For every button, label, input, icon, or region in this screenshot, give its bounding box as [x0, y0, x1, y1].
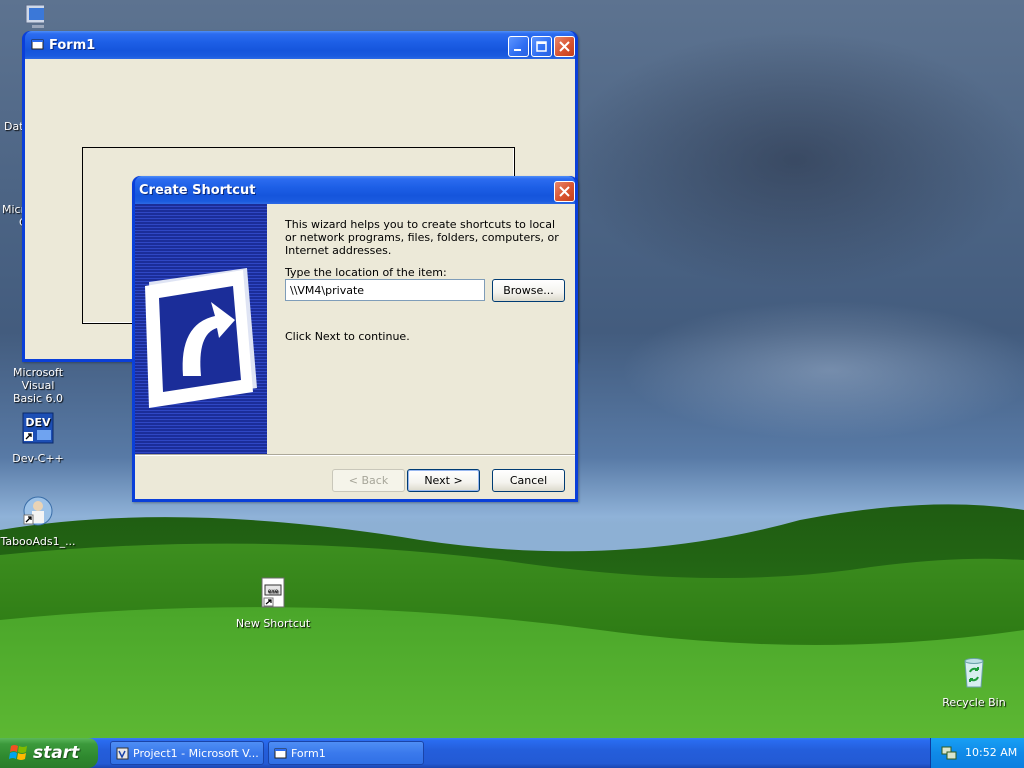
clock[interactable]: 10:52 AM: [965, 746, 1017, 759]
shortcut-arrow-icon: [145, 268, 257, 408]
new-shortcut-icon: exe: [261, 577, 285, 608]
tabooads-icon: [23, 496, 53, 526]
desktop-icon-label: Dev-C++: [12, 452, 64, 465]
wizard-divider: [135, 454, 575, 456]
start-label: start: [33, 743, 80, 763]
taskbar-item-label: Form1: [291, 747, 326, 760]
desktop-icon-label: Dat: [4, 120, 24, 133]
dialog-close-button[interactable]: [554, 181, 575, 202]
desktop-icon-label: Basic 6.0: [12, 392, 64, 405]
desktop-icon-visual-basic[interactable]: Microsoft Visual Basic 6.0: [0, 366, 78, 405]
maximize-button[interactable]: [531, 36, 552, 57]
create-shortcut-dialog[interactable]: Create Shortcut This wizard helps you to…: [132, 176, 578, 502]
dev-cpp-icon: DEV: [22, 412, 54, 444]
desktop-icon-label: New Shortcut: [235, 617, 311, 630]
close-icon: [559, 186, 570, 197]
close-icon: [559, 41, 570, 52]
minimize-button[interactable]: [508, 36, 529, 57]
taskbar-item-form1[interactable]: Form1: [268, 741, 424, 765]
back-button[interactable]: < Back: [332, 469, 405, 492]
taskbar: start Project1 - Microsoft V... Form1 10…: [0, 738, 1024, 768]
recycle-bin-icon: [964, 658, 984, 688]
windows-logo-icon: [9, 745, 27, 760]
start-button[interactable]: start: [0, 738, 98, 768]
sky-cloud: [560, 30, 1024, 290]
visual-basic-icon: [116, 747, 129, 760]
close-button[interactable]: [554, 36, 575, 57]
desktop-icon-label: Recycle Bin: [942, 696, 1006, 709]
sky-cloud: [620, 300, 1024, 440]
continue-text: Click Next to continue.: [285, 330, 410, 343]
wizard-banner: [135, 204, 267, 454]
dev-cpp-badge: DEV: [25, 416, 51, 429]
cancel-button[interactable]: Cancel: [492, 469, 565, 492]
grass-hills: [0, 504, 1024, 738]
wizard-intro-text: This wizard helps you to create shortcut…: [285, 218, 559, 257]
desktop-icon-new-shortcut[interactable]: exe New Shortcut: [233, 577, 313, 630]
taskbar-item-label: Project1 - Microsoft V...: [133, 747, 259, 760]
form1-titlebar[interactable]: Form1: [25, 31, 575, 59]
next-button[interactable]: Next >: [407, 469, 480, 492]
form1-title: Form1: [49, 38, 96, 53]
minimize-icon: [514, 49, 521, 51]
location-input[interactable]: [285, 279, 485, 301]
desktop-icon-dev-cpp[interactable]: DEV Dev-C++: [0, 412, 78, 465]
location-label: Type the location of the item:: [285, 266, 447, 279]
dialog-title: Create Shortcut: [139, 183, 256, 198]
create-shortcut-titlebar[interactable]: Create Shortcut: [135, 176, 575, 204]
network-icon[interactable]: [941, 745, 957, 761]
svg-text:exe: exe: [268, 588, 279, 595]
desktop-icon-recycle-bin[interactable]: Recycle Bin: [934, 656, 1014, 709]
desktop-icon-tabooads[interactable]: TabooAds1_...: [0, 495, 78, 548]
desktop-icon-label: TabooAds1_...: [0, 535, 76, 548]
form-window-icon: [31, 39, 44, 50]
browse-button[interactable]: Browse...: [492, 279, 565, 302]
wizard-body: This wizard helps you to create shortcut…: [135, 204, 575, 499]
form-window-icon: [274, 748, 287, 759]
system-tray: 10:52 AM: [930, 738, 1024, 768]
desktop-icon-label: Microsoft Visual: [12, 366, 64, 392]
taskbar-item-project1[interactable]: Project1 - Microsoft V...: [110, 741, 264, 765]
maximize-icon: [536, 41, 547, 52]
